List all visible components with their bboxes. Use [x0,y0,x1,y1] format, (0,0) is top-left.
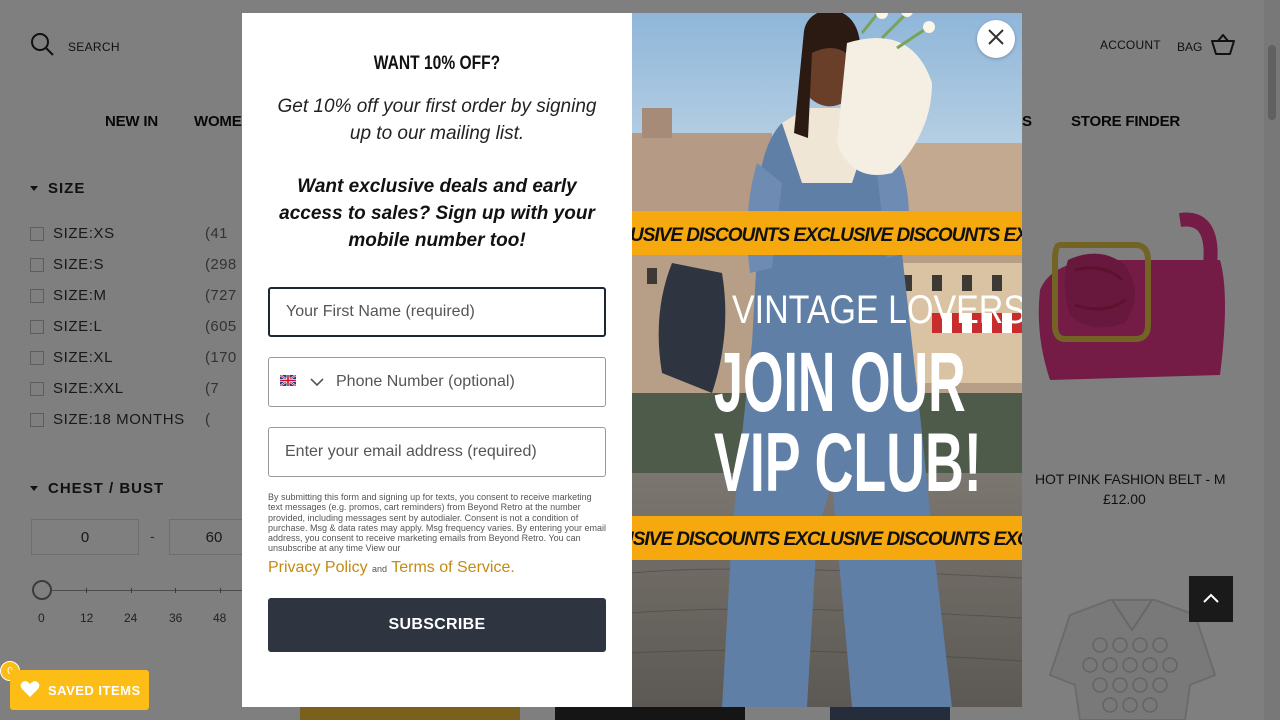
legal-and-text: and [372,564,388,574]
heart-icon [20,680,40,701]
banner-top-text: USIVE DISCOUNTS EXCLUSIVE DISCOUNTS EXC [632,225,1022,246]
chevron-down-icon[interactable] [310,373,324,391]
banner-bottom-text: USIVE DISCOUNTS EXCLUSIVE DISCOUNTS EXCL [632,529,1022,550]
close-icon [987,28,1005,51]
legal-period: . [510,559,515,576]
first-name-field[interactable] [268,287,606,337]
legal-disclaimer: By submitting this form and signing up f… [268,492,606,554]
signup-modal: WANT 10% OFF? Get 10% off your first ord… [242,13,1022,707]
close-modal-button[interactable] [977,20,1015,58]
phone-field-wrapper [268,357,606,407]
email-field[interactable] [268,427,606,477]
terms-of-service-link[interactable]: Terms of Service [391,559,510,576]
promo-line-vip-club: VIP CLUB! [714,415,982,509]
saved-items-button[interactable]: SAVED ITEMS [10,670,149,710]
chevron-up-icon [1203,590,1219,608]
phone-number-field[interactable] [336,373,576,391]
privacy-policy-link[interactable]: Privacy Policy [268,559,368,576]
promo-line-vintage-lovers: VINTAGE LOVERS [732,286,1022,331]
modal-title: WANT 10% OFF? [373,53,501,74]
modal-sms-pitch: Want exclusive deals and early access to… [279,176,595,251]
promo-image-panel: USIVE DISCOUNTS EXCLUSIVE DISCOUNTS EXC … [632,13,1022,707]
subscribe-button[interactable]: SUBSCRIBE [268,598,606,652]
back-to-top-button[interactable] [1189,576,1233,622]
uk-flag-icon[interactable] [269,373,297,391]
saved-items-label: SAVED ITEMS [48,682,141,698]
promo-photo: USIVE DISCOUNTS EXCLUSIVE DISCOUNTS EXC … [632,13,1022,707]
legal-links: Privacy Policy and Terms of Service. [268,559,515,577]
signup-form-panel: WANT 10% OFF? Get 10% off your first ord… [242,13,632,707]
modal-subtitle: Get 10% off your first order by signing … [277,96,597,144]
